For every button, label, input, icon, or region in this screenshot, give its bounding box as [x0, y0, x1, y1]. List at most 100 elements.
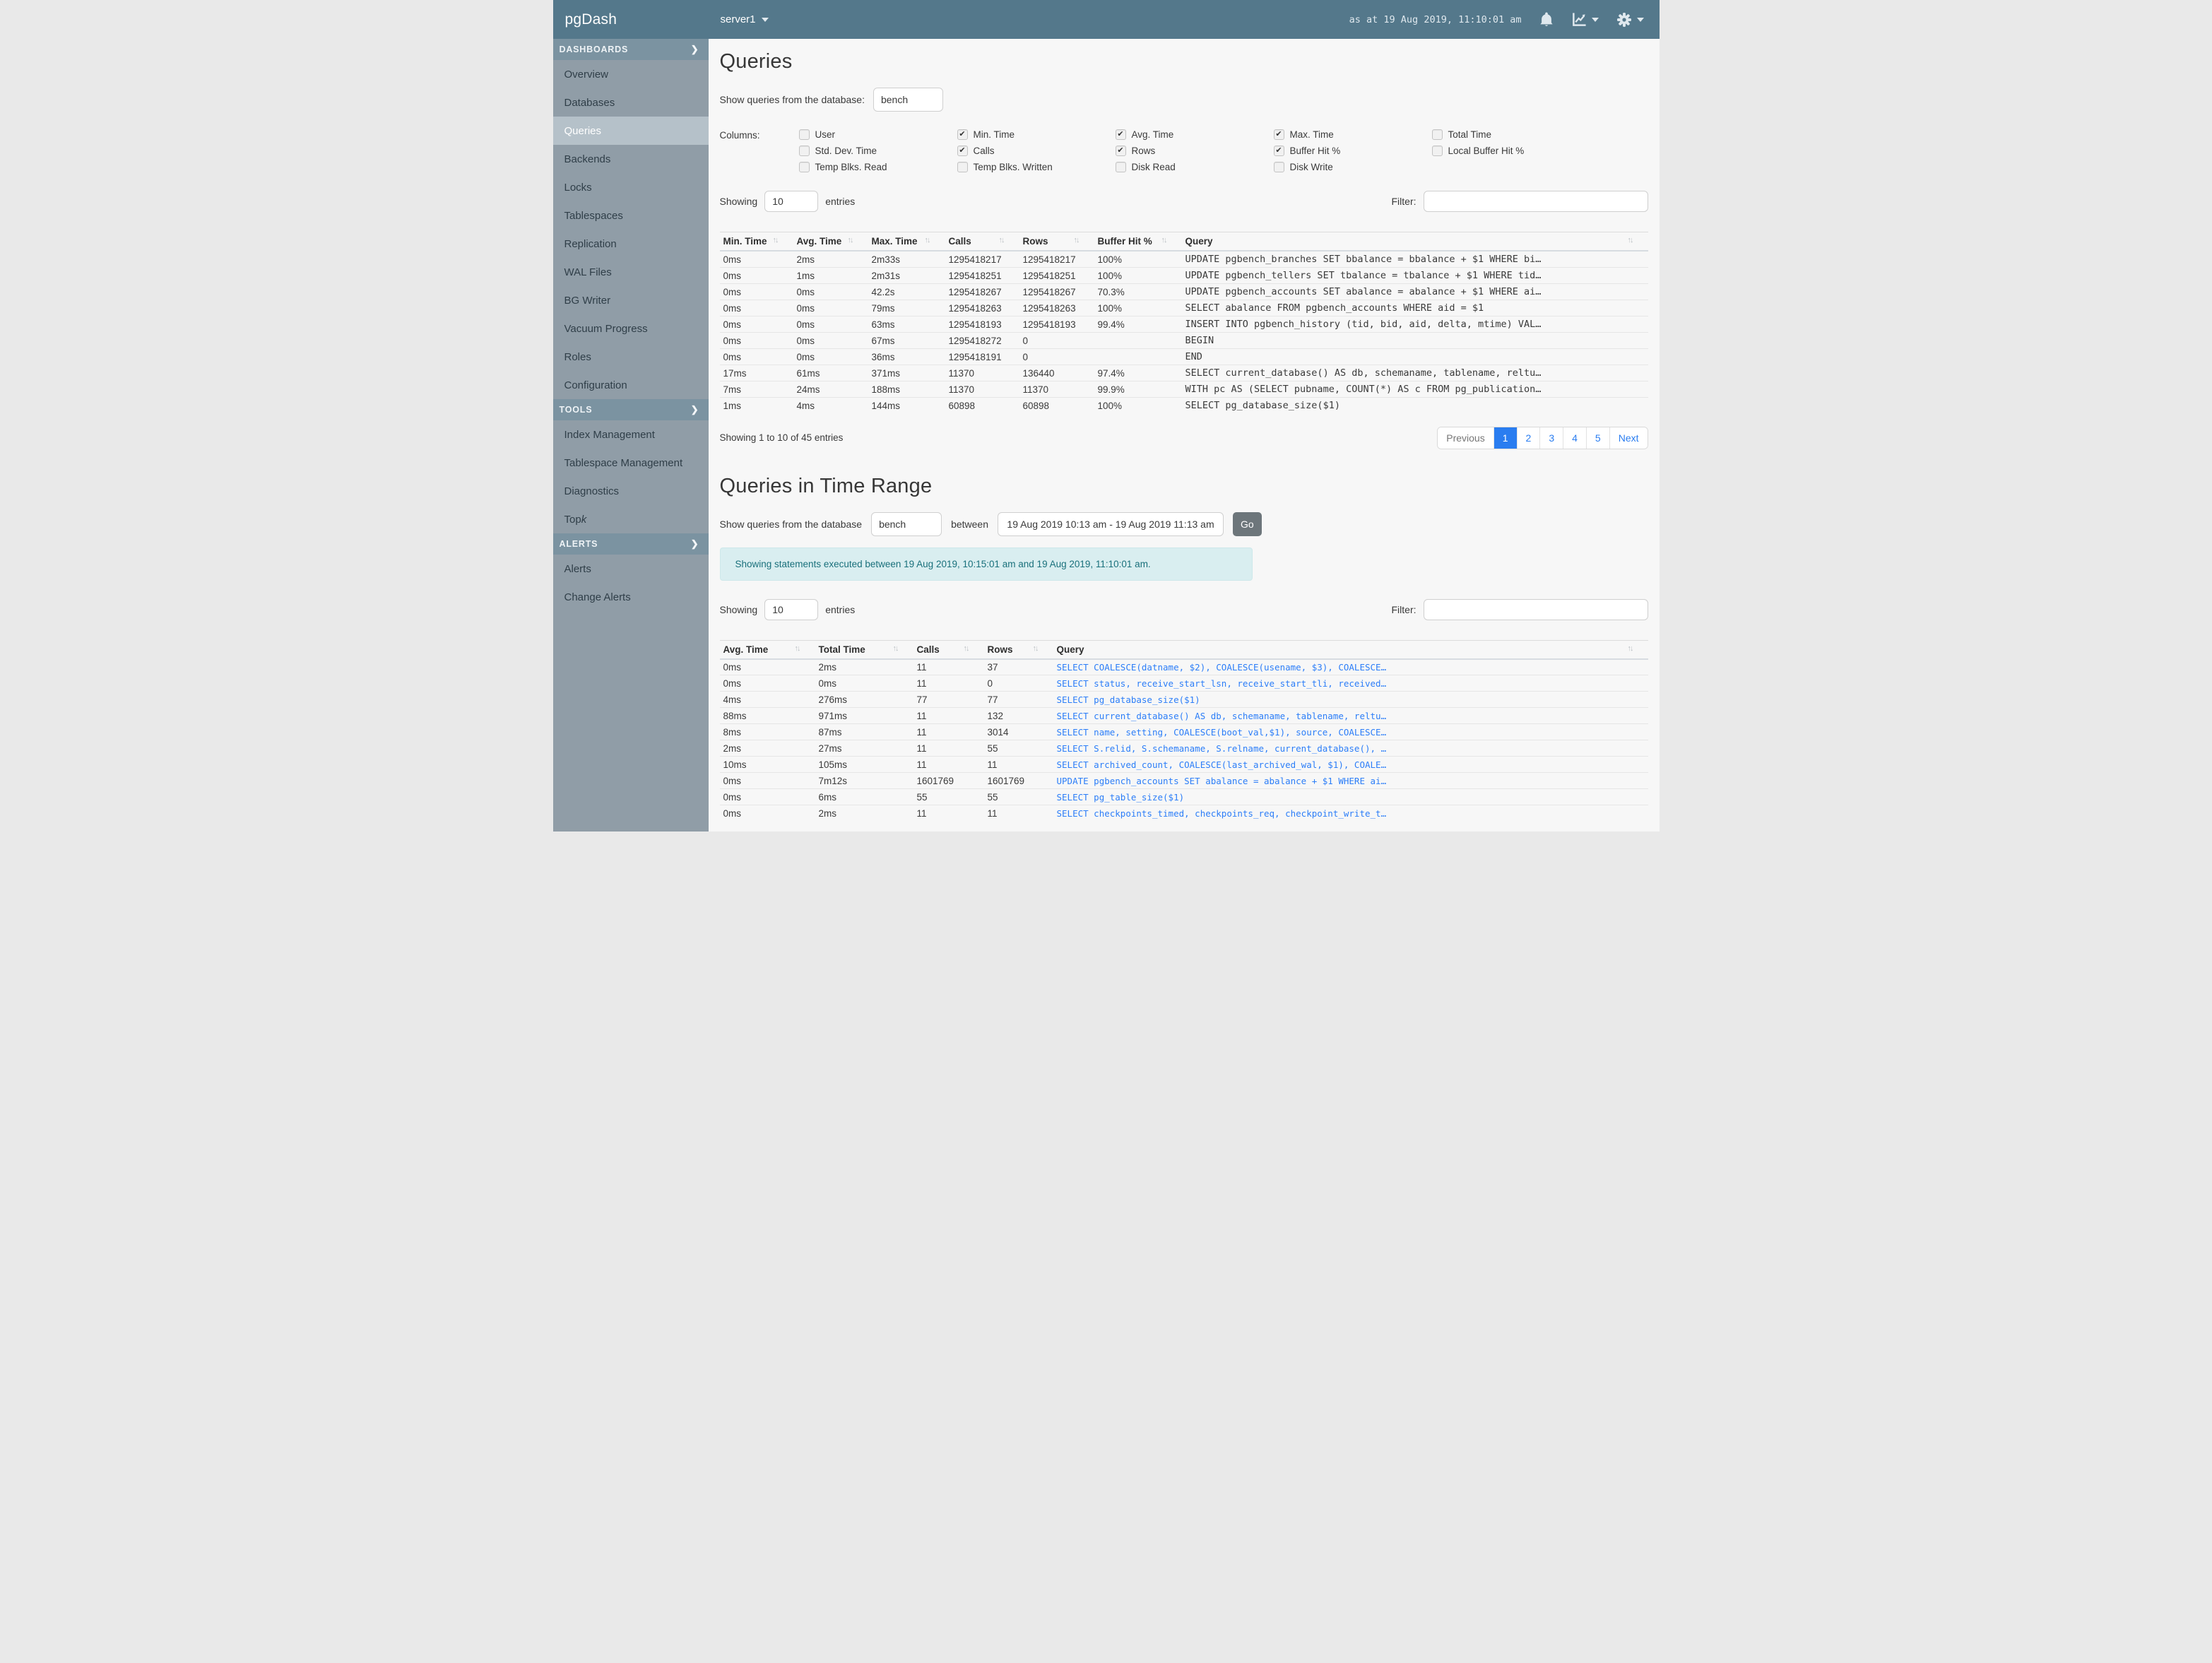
pagination-page-2[interactable]: 2 [1516, 427, 1540, 449]
go-button[interactable]: Go [1233, 511, 1262, 536]
sidebar-item-locks[interactable]: Locks [553, 173, 709, 201]
notifications-button[interactable] [1539, 11, 1554, 28]
query-cell[interactable]: UPDATE pgbench_accounts SET abalance = a… [1053, 772, 1648, 789]
pagination-page-4[interactable]: 4 [1563, 427, 1586, 449]
pagination-page-3[interactable]: 3 [1539, 427, 1563, 449]
query-cell[interactable]: UPDATE pgbench_branches SET bbalance = b… [1182, 251, 1648, 268]
server-selector[interactable]: server1 [721, 13, 769, 25]
column-checkbox-disk-write[interactable]: Disk Write [1273, 161, 1432, 172]
sidebar-item-tablespace-management[interactable]: Tablespace Management [553, 449, 709, 477]
sort-icon[interactable]: ↑↓ [773, 236, 788, 244]
column-header-max-time[interactable]: ↑↓ Max. Time [868, 232, 945, 251]
query-cell[interactable]: SELECT pg_database_size($1) [1053, 691, 1648, 708]
column-checkbox-avg-time[interactable]: ✔ Avg. Time [1115, 129, 1274, 140]
filter-input[interactable] [1423, 191, 1648, 212]
sidebar-item-replication[interactable]: Replication [553, 230, 709, 258]
query-cell[interactable]: BEGIN [1181, 332, 1648, 349]
sort-icon[interactable]: ↑↓ [1161, 236, 1176, 244]
sidebar-item-overview[interactable]: Overview [553, 60, 709, 88]
column-checkbox-min-time[interactable]: ✔ Min. Time [957, 129, 1116, 140]
column-header-query[interactable]: ↑↓ Query [1181, 232, 1648, 251]
charts-menu-button[interactable] [1571, 11, 1599, 28]
settings-menu-button[interactable] [1616, 11, 1644, 28]
sort-icon[interactable]: ↑↓ [848, 236, 863, 244]
sidebar-section-tools[interactable]: TOOLS ❯ [552, 399, 709, 420]
sidebar-item-tablespaces[interactable]: Tablespaces [553, 201, 709, 230]
query-cell[interactable]: SELECT status, receive_start_lsn, receiv… [1053, 675, 1648, 692]
column-header-rows[interactable]: ↑↓ Rows [1019, 232, 1094, 251]
sort-icon[interactable]: ↑↓ [1628, 644, 1643, 653]
column-checkbox-local-buffer-hit-[interactable]: Local Buffer Hit % [1431, 145, 1590, 156]
sidebar-item-backends[interactable]: Backends [553, 145, 709, 173]
sidebar-item-vacuum-progress[interactable]: Vacuum Progress [553, 314, 709, 343]
column-header-query[interactable]: ↑↓ Query [1053, 639, 1648, 660]
sidebar-item-databases[interactable]: Databases [553, 88, 709, 117]
sidebar-item-wal-files[interactable]: WAL Files [553, 258, 709, 286]
app-logo[interactable]: pgDash [553, 11, 709, 28]
column-checkbox-temp-blks-read[interactable]: Temp Blks. Read [798, 161, 957, 172]
column-header-calls[interactable]: ↑↓ Calls [913, 639, 984, 660]
query-cell[interactable]: INSERT INTO pgbench_history (tid, bid, a… [1181, 316, 1648, 333]
column-header-min-time[interactable]: ↑↓ Min. Time [719, 232, 793, 251]
sort-icon[interactable]: ↑↓ [1628, 236, 1643, 244]
column-header-avg-time[interactable]: ↑↓ Avg. Time [793, 232, 868, 251]
pagination-page-5[interactable]: 5 [1585, 427, 1609, 449]
sidebar-item-top-k[interactable]: Top k [553, 505, 709, 533]
sidebar-item-change-alerts[interactable]: Change Alerts [553, 583, 709, 611]
filter-input[interactable] [1423, 598, 1648, 620]
query-cell[interactable]: SELECT name, setting, COALESCE(boot_val,… [1053, 723, 1648, 740]
column-checkbox-rows[interactable]: ✔ Rows [1115, 145, 1274, 156]
column-header-total-time[interactable]: ↑↓ Total Time [815, 639, 913, 660]
query-cell[interactable]: SELECT COALESCE(datname, $2), COALESCE(u… [1053, 659, 1648, 675]
page-size-input[interactable] [764, 191, 819, 212]
query-cell[interactable]: SELECT abalance FROM pgbench_accounts WH… [1181, 300, 1648, 316]
sidebar-item-bg-writer[interactable]: BG Writer [553, 286, 709, 314]
sidebar-item-queries[interactable]: Queries [552, 117, 709, 145]
column-checkbox-total-time[interactable]: Total Time [1431, 129, 1590, 140]
query-cell[interactable]: SELECT pg_database_size($1) [1181, 397, 1648, 414]
column-header-calls[interactable]: ↑↓ Calls [945, 232, 1019, 251]
query-cell[interactable]: SELECT archived_count, COALESCE(last_arc… [1053, 756, 1648, 773]
sidebar-item-configuration[interactable]: Configuration [553, 371, 709, 399]
database-input[interactable] [873, 88, 943, 112]
column-header-rows[interactable]: ↑↓ Rows [983, 639, 1053, 660]
query-cell[interactable]: SELECT S.relid, S.schemaname, S.relname,… [1053, 740, 1648, 757]
query-cell[interactable]: SELECT pg_table_size($1) [1053, 788, 1648, 805]
query-cell[interactable]: SELECT current_database() AS db, scheman… [1053, 707, 1648, 724]
sidebar-item-index-management[interactable]: Index Management [553, 420, 709, 449]
sort-icon[interactable]: ↑↓ [795, 644, 810, 653]
sort-icon[interactable]: ↑↓ [999, 236, 1014, 244]
query-cell[interactable]: SELECT current_database() AS db, scheman… [1181, 365, 1648, 381]
column-checkbox-temp-blks-written[interactable]: Temp Blks. Written [957, 161, 1116, 172]
query-cell[interactable]: UPDATE pgbench_tellers SET tbalance = tb… [1181, 267, 1648, 284]
sidebar-section-alerts[interactable]: ALERTS ❯ [552, 533, 709, 555]
query-cell[interactable]: WITH pc AS (SELECT pubname, COUNT(*) AS … [1181, 381, 1648, 398]
database-input[interactable] [871, 511, 942, 536]
query-cell[interactable]: SELECT checkpoints_timed, checkpoints_re… [1053, 805, 1648, 822]
sort-icon[interactable]: ↑↓ [893, 644, 908, 653]
sort-icon[interactable]: ↑↓ [964, 644, 978, 653]
sidebar-item-alerts[interactable]: Alerts [553, 555, 709, 583]
query-cell[interactable]: UPDATE pgbench_accounts SET abalance = a… [1181, 283, 1648, 300]
date-range-input[interactable] [998, 511, 1224, 536]
column-checkbox-std-dev-time[interactable]: Std. Dev. Time [798, 145, 957, 156]
sidebar-item-roles[interactable]: Roles [553, 343, 709, 371]
column-checkbox-user[interactable]: User [798, 129, 957, 140]
column-checkbox-buffer-hit-[interactable]: ✔ Buffer Hit % [1273, 145, 1432, 156]
column-header-avg-time[interactable]: ↑↓ Avg. Time [719, 639, 815, 660]
column-checkbox-disk-read[interactable]: Disk Read [1115, 161, 1274, 172]
pagination-page-1[interactable]: 1 [1493, 427, 1517, 449]
pagination-previous[interactable]: Previous [1438, 427, 1494, 449]
page-size-input[interactable] [764, 598, 819, 620]
sidebar-section-dashboards[interactable]: DASHBOARDS ❯ [552, 39, 709, 60]
pagination-next[interactable]: Next [1609, 427, 1648, 449]
column-header-buffer-hit-[interactable]: ↑↓ Buffer Hit % [1094, 232, 1182, 251]
sort-icon[interactable]: ↑↓ [1074, 236, 1089, 244]
sidebar-item-diagnostics[interactable]: Diagnostics [553, 477, 709, 505]
sort-icon[interactable]: ↑↓ [925, 236, 940, 244]
column-checkbox-max-time[interactable]: ✔ Max. Time [1273, 129, 1432, 140]
table-row: 88ms 971ms 11 132 SELECT current_database() … [719, 707, 1648, 724]
sort-icon[interactable]: ↑↓ [1033, 644, 1048, 653]
query-cell[interactable]: END [1181, 348, 1648, 365]
column-checkbox-calls[interactable]: ✔ Calls [957, 145, 1116, 156]
